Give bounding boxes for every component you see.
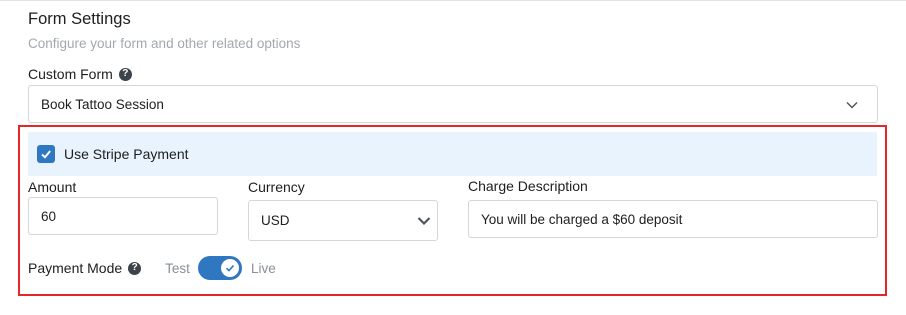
use-stripe-checkbox[interactable] xyxy=(37,145,55,163)
question-circle-icon[interactable]: ? xyxy=(118,67,132,81)
custom-form-selected-value: Book Tattoo Session xyxy=(41,96,164,112)
amount-input[interactable]: 60 xyxy=(28,197,218,235)
use-stripe-label: Use Stripe Payment xyxy=(64,146,189,162)
currency-label: Currency xyxy=(248,179,305,195)
amount-value: 60 xyxy=(41,208,57,224)
payment-mode-label: Payment Mode ? xyxy=(28,260,142,276)
payment-mode-label-text: Payment Mode xyxy=(28,260,123,276)
mode-test-label[interactable]: Test xyxy=(165,261,190,276)
custom-form-label: Custom Form ? xyxy=(28,66,132,82)
mode-live-label[interactable]: Live xyxy=(251,261,276,276)
chevron-down-icon xyxy=(417,217,431,226)
section-subtitle: Configure your form and other related op… xyxy=(28,36,301,51)
chevron-down-icon xyxy=(846,101,858,109)
amount-label: Amount xyxy=(28,179,77,195)
currency-selected-value: USD xyxy=(261,213,290,228)
charge-description-label: Charge Description xyxy=(468,178,588,194)
payment-mode-row: Payment Mode ? Test Live xyxy=(28,256,276,280)
toggle-knob xyxy=(220,259,239,277)
currency-select[interactable]: USD xyxy=(248,200,438,241)
question-circle-icon[interactable]: ? xyxy=(128,261,142,275)
check-icon xyxy=(41,150,51,159)
charge-description-input[interactable]: You will be charged a $60 deposit xyxy=(468,200,878,238)
section-title: Form Settings xyxy=(28,10,131,28)
custom-form-select[interactable]: Book Tattoo Session xyxy=(28,85,878,123)
stripe-payment-row[interactable]: Use Stripe Payment xyxy=(28,132,877,176)
charge-description-value: You will be charged a $60 deposit xyxy=(481,211,683,227)
payment-mode-toggle[interactable] xyxy=(197,256,242,280)
check-icon xyxy=(225,264,235,272)
custom-form-label-text: Custom Form xyxy=(28,66,113,82)
top-divider xyxy=(0,0,906,1)
